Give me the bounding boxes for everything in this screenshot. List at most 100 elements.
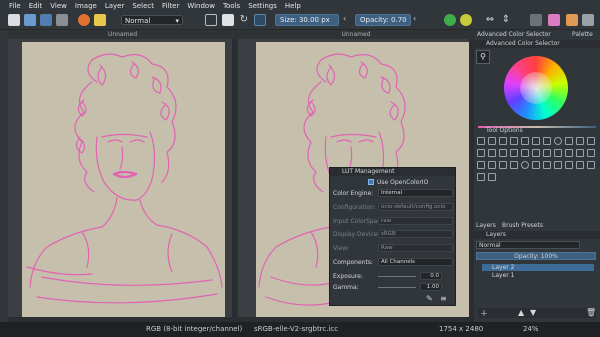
menu-layer[interactable]: Layer	[105, 2, 125, 10]
polygon-tool-icon[interactable]	[565, 137, 573, 145]
preserve-alpha-icon[interactable]	[222, 14, 234, 26]
dynamic-brush-icon[interactable]	[488, 149, 496, 157]
menu-edit[interactable]: Edit	[29, 2, 43, 10]
opacity-slider[interactable]: Opacity: 0.70	[355, 14, 411, 26]
view-select[interactable]: Raw	[378, 244, 453, 252]
polyline-tool-icon[interactable]	[576, 137, 584, 145]
tab-layers[interactable]: Layers	[476, 222, 496, 229]
tab-palette[interactable]: Palette	[572, 31, 593, 38]
eraser-mode-icon[interactable]	[205, 14, 217, 26]
canvas-view-1[interactable]: Unnamed	[8, 30, 237, 322]
blend-mode-select[interactable]: Normal ▾	[121, 15, 183, 25]
smart-patch-icon[interactable]	[576, 149, 584, 157]
assistant-tool-icon[interactable]	[477, 161, 485, 169]
palette-icon[interactable]	[566, 14, 578, 26]
view-1-vertical-scrollbar[interactable]	[232, 39, 237, 322]
display-device-select[interactable]: sRGB	[378, 230, 453, 238]
polygonal-select-icon[interactable]	[532, 161, 540, 169]
brush-tool-icon[interactable]	[521, 137, 529, 145]
exposure-slider[interactable]	[378, 276, 416, 277]
layer-blend-select[interactable]: Normal	[476, 241, 580, 249]
status-zoom[interactable]: 24%	[523, 325, 539, 333]
tab-advanced-color-selector[interactable]: Advanced Color Selector	[477, 31, 551, 38]
reload-icon[interactable]: ↻	[238, 14, 250, 26]
zoom-tool-icon[interactable]	[488, 173, 496, 181]
menu-window[interactable]: Window	[187, 2, 215, 10]
wrap-mode-icon[interactable]	[254, 14, 266, 26]
crop-tool-icon[interactable]	[532, 149, 540, 157]
brush-size-slider[interactable]: Size: 30.00 px	[275, 14, 339, 26]
input-colorspace-select[interactable]: raw	[378, 217, 453, 225]
mirror-toggle-icon[interactable]: ⇔	[484, 14, 496, 26]
line-tool-icon[interactable]	[532, 137, 540, 145]
color-engine-select[interactable]: Internal	[378, 189, 453, 197]
edit-shapes-icon[interactable]	[499, 137, 507, 145]
move-layer-down-icon[interactable]: ▼	[530, 308, 536, 317]
menu-select[interactable]: Select	[132, 2, 154, 10]
configuration-field[interactable]: ocio-default/config.ocio	[378, 203, 453, 211]
delete-layer-icon[interactable]: 🗑	[586, 308, 596, 317]
save-icon[interactable]	[40, 14, 52, 26]
text-tool-icon[interactable]	[488, 137, 496, 145]
add-layer-icon[interactable]: ＋	[480, 308, 488, 319]
eyedropper-icon[interactable]: ✎	[426, 295, 434, 303]
menu-filter[interactable]: Filter	[162, 2, 179, 10]
use-opencolorio-checkbox[interactable]	[368, 179, 374, 185]
freehand-select-icon[interactable]	[543, 161, 551, 169]
new-document-icon[interactable]	[8, 14, 20, 26]
color-sampler-icon[interactable]	[554, 149, 562, 157]
multibrush-icon[interactable]	[499, 149, 507, 157]
mirror-vertical-toggle-icon[interactable]: ⇕	[500, 14, 512, 26]
colorize-mask-icon[interactable]	[565, 149, 573, 157]
gradient-tool-icon[interactable]	[543, 149, 551, 157]
workspace-icon[interactable]	[530, 14, 542, 26]
menu-image[interactable]: Image	[75, 2, 97, 10]
open-document-icon[interactable]	[24, 14, 36, 26]
pan-tool-icon[interactable]	[477, 173, 485, 181]
menu-tools[interactable]: Tools	[223, 2, 240, 10]
elliptical-select-icon[interactable]	[521, 161, 529, 169]
color-picker-icon[interactable]: ⚲	[476, 50, 490, 64]
color-wheel[interactable]	[504, 56, 568, 120]
magnetic-select-icon[interactable]	[587, 161, 595, 169]
measure-tool-icon[interactable]	[488, 161, 496, 169]
freehand-path-icon[interactable]	[477, 149, 485, 157]
rectangle-tool-icon[interactable]	[543, 137, 551, 145]
mirror-horizontal-icon[interactable]	[444, 14, 456, 26]
opacity-reset-icon[interactable]: ‹	[413, 14, 421, 26]
transform-tool-icon[interactable]	[510, 149, 518, 157]
ellipse-tool-icon[interactable]	[554, 137, 562, 145]
contiguous-select-icon[interactable]	[554, 161, 562, 169]
tab-brush-presets[interactable]: Brush Presets	[502, 222, 543, 229]
gamma-slider[interactable]	[378, 287, 416, 288]
menu-view[interactable]: View	[50, 2, 67, 10]
gradient-swatch-icon[interactable]	[78, 14, 90, 26]
layer-opacity-slider[interactable]: Opacity: 100%	[476, 252, 596, 260]
fill-tool-icon[interactable]	[587, 149, 595, 157]
mirror-vertical-icon[interactable]	[460, 14, 472, 26]
pattern-swatch-icon[interactable]	[56, 14, 68, 26]
components-select[interactable]: All Channels	[378, 258, 453, 266]
move-tool-icon[interactable]	[521, 149, 529, 157]
size-reset-icon[interactable]: ‹	[343, 14, 351, 26]
similar-select-icon[interactable]	[565, 161, 573, 169]
reference-images-icon[interactable]	[499, 161, 507, 169]
layer-row[interactable]: Layer 1	[482, 272, 594, 279]
gamma-spinbox[interactable]: 1.00	[420, 283, 442, 291]
layer-row[interactable]: Layer 2	[482, 264, 594, 271]
menu-help[interactable]: Help	[285, 2, 301, 10]
calligraphy-icon[interactable]	[510, 137, 518, 145]
exposure-spinbox[interactable]: 0.0	[420, 272, 442, 280]
menu-settings[interactable]: Settings	[248, 2, 277, 10]
select-shapes-icon[interactable]	[477, 137, 485, 145]
brush-preset-icon[interactable]	[94, 14, 106, 26]
window-menu-icon[interactable]	[582, 14, 594, 26]
canvas-paper-1[interactable]	[22, 42, 225, 317]
lock-icon[interactable]: ≡	[440, 295, 448, 303]
brush-editor-icon[interactable]	[548, 14, 560, 26]
rectangular-select-icon[interactable]	[510, 161, 518, 169]
bezier-tool-icon[interactable]	[587, 137, 595, 145]
move-layer-up-icon[interactable]: ▲	[518, 308, 524, 317]
menu-file[interactable]: File	[9, 2, 21, 10]
bezier-select-icon[interactable]	[576, 161, 584, 169]
